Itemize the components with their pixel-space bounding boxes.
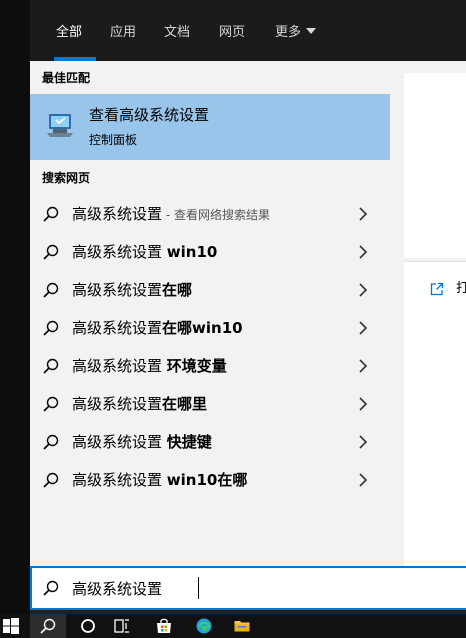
tab-more-label: 更多 (275, 25, 302, 40)
search-flyout: 全部 应用 文档 网页 更多 最佳匹配 查看高级系统设置 控制面板 搜索网页 高… (30, 0, 466, 614)
best-match-title: 查看高级系统设置 (89, 106, 210, 124)
web-result-label: 高级系统设置 win10在哪 (72, 471, 248, 489)
tab-more[interactable]: 更多 (275, 23, 317, 43)
best-match-item[interactable]: 查看高级系统设置 控制面板 (30, 94, 390, 160)
web-result-item[interactable]: 高级系统设置 快捷键 (30, 423, 390, 461)
search-icon (43, 434, 59, 450)
preview-card (404, 73, 466, 258)
web-result-item[interactable]: 高级系统设置 win10在哪 (30, 461, 390, 499)
web-result-label: 高级系统设置 - 查看网络搜索结果 (72, 205, 270, 223)
tab-all[interactable]: 全部 (56, 23, 82, 43)
search-icon (43, 472, 59, 488)
taskbar (0, 614, 466, 638)
search-icon (43, 282, 59, 298)
preview-actions: 打 (404, 261, 466, 566)
web-result-label: 高级系统设置 环境变量 (72, 357, 227, 375)
search-icon (43, 206, 59, 222)
start-icon (3, 618, 19, 634)
chevron-right-icon[interactable] (357, 473, 369, 487)
web-result-label: 高级系统设置在哪win10 (72, 319, 243, 337)
file-explorer-button[interactable] (224, 614, 260, 638)
caret-down-icon (306, 28, 317, 34)
web-result-label: 高级系统设置在哪 (72, 281, 193, 299)
task-view-icon (114, 619, 129, 633)
search-box[interactable] (30, 566, 466, 610)
file-explorer-icon (234, 621, 250, 632)
open-action-label: 打 (456, 281, 466, 296)
search-icon (43, 580, 59, 596)
web-result-item[interactable]: 高级系统设置在哪里 (30, 385, 390, 423)
web-result-item[interactable]: 高级系统设置在哪win10 (30, 309, 390, 347)
chevron-right-icon[interactable] (357, 397, 369, 411)
search-input[interactable] (72, 576, 452, 600)
store-icon (157, 618, 171, 633)
chevron-right-icon[interactable] (357, 359, 369, 373)
task-view-button[interactable] (104, 614, 140, 638)
best-match-heading: 最佳匹配 (42, 71, 91, 85)
taskbar-search-button[interactable] (30, 614, 66, 638)
search-icon (43, 244, 59, 260)
web-result-item[interactable]: 高级系统设置 环境变量 (30, 347, 390, 385)
chevron-right-icon[interactable] (357, 207, 369, 221)
cortana-icon (81, 619, 95, 633)
tab-documents[interactable]: 文档 (164, 23, 190, 43)
web-result-label: 高级系统设置 win10 (72, 243, 218, 261)
edge-icon (196, 618, 212, 634)
web-result-item[interactable]: 高级系统设置在哪 (30, 271, 390, 309)
desktop-edge (0, 0, 30, 614)
tab-apps[interactable]: 应用 (110, 23, 136, 43)
search-icon (43, 396, 59, 412)
chevron-right-icon[interactable] (357, 283, 369, 297)
best-match-subtitle: 控制面板 (89, 133, 138, 147)
computer-settings-icon (47, 114, 73, 137)
results-list: 最佳匹配 查看高级系统设置 控制面板 搜索网页 高级系统设置 - 查看网络搜索结… (30, 61, 390, 566)
cortana-button[interactable] (70, 614, 106, 638)
web-result-label: 高级系统设置 快捷键 (72, 433, 212, 451)
chevron-right-icon[interactable] (357, 245, 369, 259)
screen: 全部 应用 文档 网页 更多 最佳匹配 查看高级系统设置 控制面板 搜索网页 高… (0, 0, 466, 638)
preview-pane: 打 (390, 61, 466, 566)
web-result-item[interactable]: 高级系统设置 - 查看网络搜索结果 (30, 195, 390, 233)
search-icon (43, 358, 59, 374)
scope-tabs: 全部 应用 文档 网页 更多 (30, 0, 466, 61)
tab-web[interactable]: 网页 (219, 23, 245, 43)
store-button[interactable] (146, 614, 182, 638)
text-caret (198, 577, 199, 599)
web-result-item[interactable]: 高级系统设置 win10 (30, 233, 390, 271)
web-search-heading: 搜索网页 (42, 171, 91, 185)
edge-button[interactable] (186, 614, 222, 638)
search-icon (40, 618, 56, 634)
chevron-right-icon[interactable] (357, 321, 369, 335)
search-icon (43, 320, 59, 336)
chevron-right-icon[interactable] (357, 435, 369, 449)
web-result-label: 高级系统设置在哪里 (72, 395, 208, 413)
open-icon (430, 282, 444, 296)
